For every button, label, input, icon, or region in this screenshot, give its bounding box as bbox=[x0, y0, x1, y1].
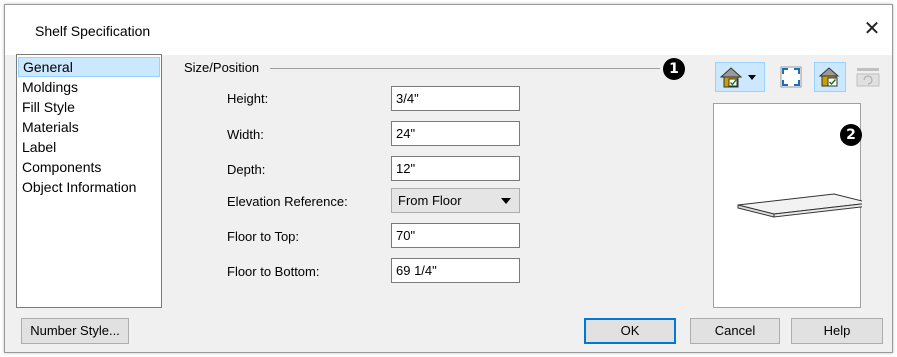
category-list: General Moldings Fill Style Materials La… bbox=[16, 54, 162, 308]
fill-window-icon bbox=[780, 66, 802, 88]
dropdown-arrow-icon bbox=[501, 198, 511, 204]
close-icon[interactable]: ✕ bbox=[860, 17, 884, 41]
nav-item-object-information[interactable]: Object Information bbox=[18, 177, 160, 197]
number-style-button[interactable]: Number Style... bbox=[21, 318, 129, 344]
floor-to-top-label: Floor to Top: bbox=[227, 229, 300, 244]
elevation-reference-label: Elevation Reference: bbox=[227, 194, 348, 209]
elevation-reference-value: From Floor bbox=[398, 193, 462, 208]
nav-item-general[interactable]: General bbox=[18, 57, 160, 77]
ok-button[interactable]: OK bbox=[584, 318, 676, 344]
fill-window-button[interactable] bbox=[775, 62, 807, 92]
nav-item-moldings[interactable]: Moldings bbox=[18, 77, 160, 97]
floor-to-top-input[interactable]: 70" bbox=[391, 223, 520, 248]
section-title: Size/Position bbox=[184, 60, 260, 75]
shelf-3d-model bbox=[737, 193, 862, 218]
color-toggle-icon bbox=[818, 67, 840, 87]
color-toggle-button[interactable] bbox=[814, 62, 846, 92]
width-input[interactable]: 24" bbox=[391, 121, 520, 146]
section-divider bbox=[270, 68, 660, 69]
floor-to-bottom-label: Floor to Bottom: bbox=[227, 264, 320, 279]
nav-item-components[interactable]: Components bbox=[18, 157, 160, 177]
depth-input[interactable]: 12" bbox=[391, 156, 520, 181]
refresh-preview-button[interactable] bbox=[852, 62, 884, 92]
dialog-title: Shelf Specification bbox=[35, 23, 151, 39]
cancel-button[interactable]: Cancel bbox=[690, 318, 780, 344]
shelf-preview-pane[interactable]: 2 bbox=[713, 103, 862, 308]
width-label: Width: bbox=[227, 127, 264, 142]
help-button[interactable]: Help bbox=[791, 318, 883, 344]
title-bar: Shelf Specification ✕ bbox=[5, 5, 892, 55]
height-input[interactable]: 3/4" bbox=[391, 86, 520, 111]
refresh-icon bbox=[856, 68, 880, 87]
nav-item-fill-style[interactable]: Fill Style bbox=[18, 97, 160, 117]
height-label: Height: bbox=[227, 91, 269, 106]
house-view-icon bbox=[719, 67, 756, 88]
depth-label: Depth: bbox=[227, 162, 266, 177]
nav-item-label[interactable]: Label bbox=[18, 137, 160, 157]
floor-to-bottom-input[interactable]: 69 1/4" bbox=[391, 258, 520, 283]
callout-marker-1: 1 bbox=[663, 58, 685, 80]
elevation-reference-select[interactable]: From Floor bbox=[391, 188, 520, 213]
view-type-dropdown-button[interactable] bbox=[715, 62, 765, 92]
nav-item-materials[interactable]: Materials bbox=[18, 117, 160, 137]
